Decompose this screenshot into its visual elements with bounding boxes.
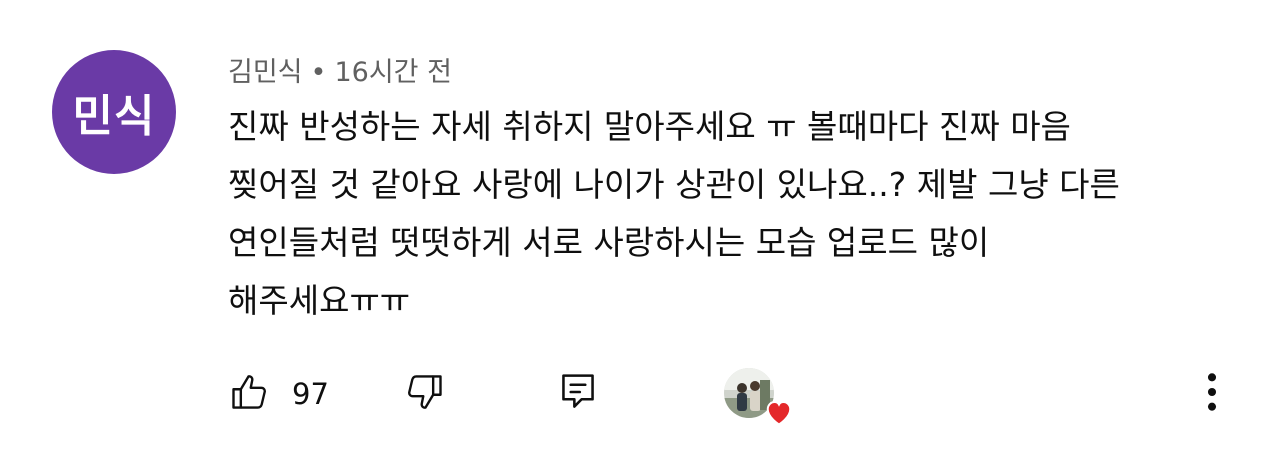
creator-heart <box>724 362 792 426</box>
author-name[interactable]: 김민식 <box>228 57 303 88</box>
reply-icon <box>558 370 598 418</box>
like-count: 97 <box>292 377 329 411</box>
creator-avatar <box>724 368 792 426</box>
dislike-button[interactable] <box>402 362 446 426</box>
comment-timestamp[interactable]: 16시간 전 <box>334 57 451 88</box>
comment-text-line: 진짜 반성하는 자세 취하지 말아주세요 ㅠ 볼때마다 진짜 마음 <box>228 107 1071 146</box>
thumbs-up-icon <box>228 370 272 418</box>
comment-header: 김민식 • 16시간 전 <box>228 50 452 89</box>
reply-button[interactable] <box>558 362 598 426</box>
more-options-button[interactable] <box>1202 362 1222 426</box>
like-button[interactable]: 97 <box>228 362 329 426</box>
comment-actions: 97 <box>228 362 1268 426</box>
avatar-initials: 민식 <box>72 91 156 142</box>
avatar[interactable]: 민식 <box>52 50 176 174</box>
heart-icon <box>764 398 794 426</box>
meta-separator: • <box>310 57 327 88</box>
comment-text-line: 연인들처럼 떳떳하게 서로 사랑하시는 모습 업로드 많이 <box>228 223 990 262</box>
thumbs-down-icon <box>402 370 446 418</box>
comment-text: 진짜 반성하는 자세 취하지 말아주세요 ㅠ 볼때마다 진짜 마음 찢어질 것 … <box>228 98 1228 330</box>
more-vertical-icon <box>1202 370 1222 418</box>
comment-text-line: 찢어질 것 같아요 사랑에 나이가 상관이 있나요..? 제발 그냥 다른 <box>228 165 1120 204</box>
comment-text-line: 해주세요ㅠㅠ <box>228 281 411 320</box>
comment-thread: 민식 김민식 • 16시간 전 진짜 반성하는 자세 취하지 말아주세요 ㅠ 볼때마… <box>0 0 1280 461</box>
